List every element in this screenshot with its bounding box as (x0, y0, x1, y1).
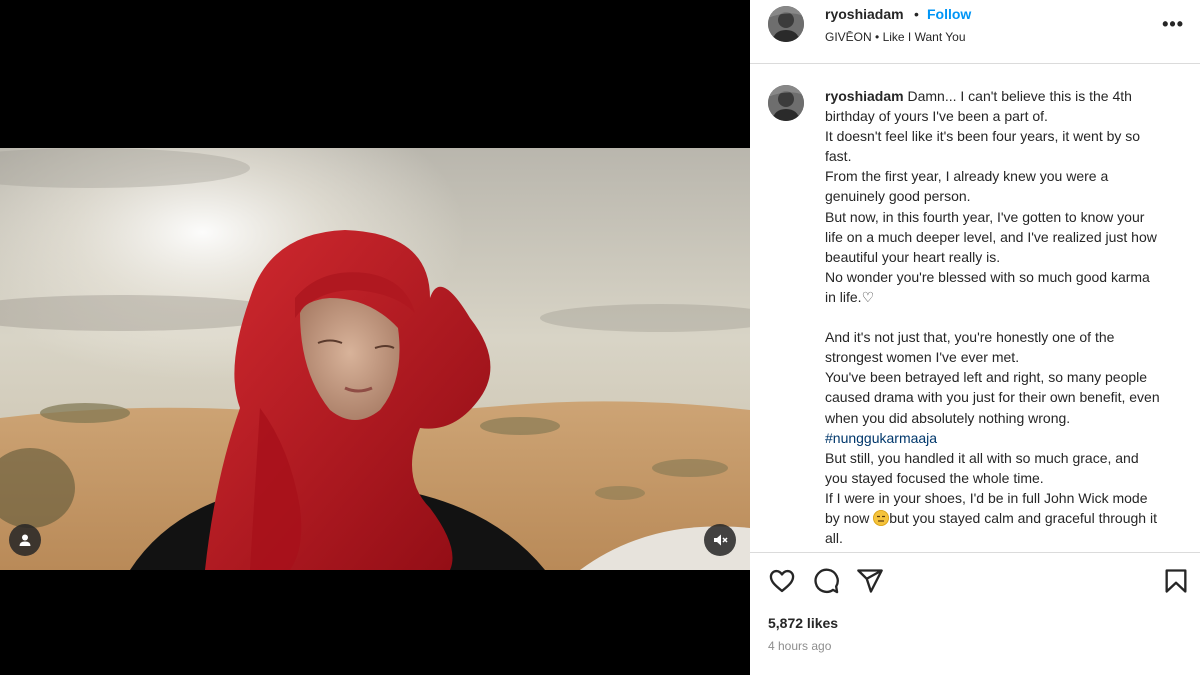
post-media (0, 0, 750, 675)
post-author-username[interactable]: ryoshiadam (825, 6, 904, 22)
hashtag-link[interactable]: #nunggukarmaaja (825, 430, 937, 446)
bookmark-icon[interactable] (1162, 567, 1190, 595)
muted-speaker-icon (714, 534, 728, 546)
caption-username[interactable]: ryoshiadam (825, 88, 904, 104)
audio-separator: • (875, 30, 880, 44)
caption-text: ryoshiadam Damn... I can't believe this … (825, 86, 1160, 548)
share-icon[interactable] (856, 567, 884, 595)
follow-button[interactable]: Follow (927, 6, 971, 22)
comment-icon[interactable] (812, 567, 840, 595)
post-details-panel: ryoshiadam • Follow GIVĒON • Like I Want… (750, 0, 1200, 675)
desert-photo (0, 148, 750, 570)
caption-line: But still, you handled it all with so mu… (825, 449, 1139, 486)
caption-line: It doesn't feel like it's been four year… (825, 128, 1141, 165)
post-timestamp[interactable]: 4 hours ago (768, 639, 831, 653)
likes-count[interactable]: 5,872 likes (768, 615, 838, 631)
mute-toggle-button[interactable] (704, 524, 736, 556)
caption-area: ryoshiadam Damn... I can't believe this … (750, 65, 1200, 552)
avatar[interactable] (768, 6, 804, 42)
caption-avatar[interactable] (768, 85, 804, 121)
audio-info[interactable]: GIVĒON • Like I Want You (825, 30, 966, 44)
heart-icon[interactable] (768, 567, 796, 595)
user-icon (19, 534, 31, 546)
expressionless-face-emoji-icon (873, 509, 890, 526)
caption-line: From the first year, I already knew you … (825, 168, 1109, 205)
post-header: ryoshiadam • Follow GIVĒON • Like I Want… (750, 0, 1200, 64)
post-actions: 5,872 likes 4 hours ago (750, 552, 1200, 675)
caption-line: You've been betrayed left and right, so … (825, 369, 1160, 426)
avatar-image (768, 85, 804, 121)
caption-spacer (825, 307, 1160, 327)
post-video[interactable] (0, 148, 750, 570)
caption-line: And it's not just that, you're honestly … (825, 329, 1115, 366)
avatar-image (768, 6, 804, 42)
audio-track: Like I Want You (882, 30, 966, 44)
header-separator: • (914, 6, 919, 22)
tag-people-button[interactable] (9, 524, 41, 556)
caption-line: But now, in this fourth year, I've gotte… (825, 208, 1157, 265)
audio-artist: GIVĒON (825, 30, 872, 44)
more-options-icon[interactable]: ••• (1162, 14, 1184, 35)
white-heart-icon: ♡ (861, 288, 875, 305)
